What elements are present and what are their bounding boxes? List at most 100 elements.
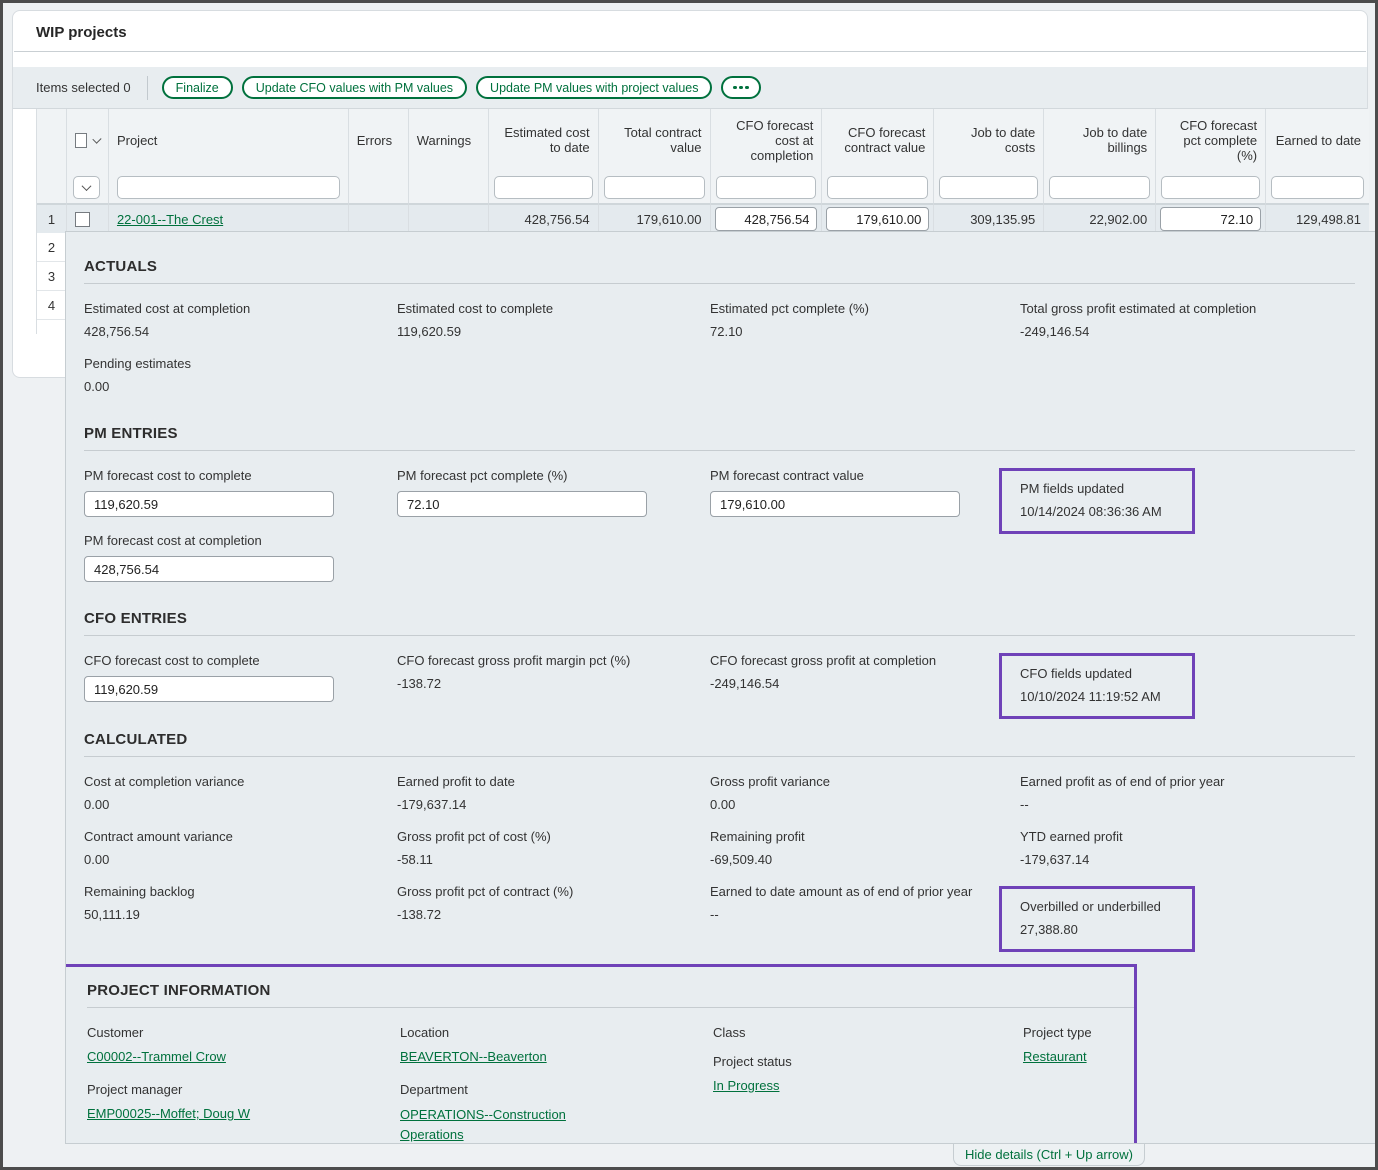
finalize-button[interactable]: Finalize: [162, 76, 233, 99]
row-number-header: [37, 109, 67, 171]
customer-field: Customer C00002--Trammel Crow: [87, 1025, 382, 1066]
cfo-forecast-contract-value-input[interactable]: [826, 207, 929, 231]
project-information-section: PROJECT INFORMATION Customer C00002--Tra…: [87, 982, 1134, 1144]
estimated-cost-to-complete-field: Estimated cost to complete 119,620.59: [397, 301, 692, 340]
column-header-earned-to-date[interactable]: Earned to date: [1266, 109, 1369, 171]
overbilled-or-underbilled-annotation-box: Overbilled or underbilled 27,388.80: [999, 886, 1195, 952]
hide-details-tab[interactable]: Hide details (Ctrl + Up arrow): [953, 1144, 1145, 1166]
customer-link[interactable]: C00002--Trammel Crow: [87, 1049, 226, 1064]
project-filter-input[interactable]: [117, 176, 340, 199]
cfo-forecast-pct-complete-input[interactable]: [1160, 207, 1261, 231]
overbilled-or-underbilled-field: Overbilled or underbilled 27,388.80: [1020, 899, 1178, 938]
section-title: PM ENTRIES: [84, 425, 1355, 442]
cfo-fields-updated-annotation-box: CFO fields updated 10/10/2024 11:19:52 A…: [999, 653, 1195, 719]
section-title: CALCULATED: [84, 731, 1355, 748]
gross-profit-pct-of-contract-field: Gross profit pct of contract (%) -138.72: [397, 884, 692, 923]
total-gross-profit-estimated-field: Total gross profit estimated at completi…: [1020, 301, 1315, 340]
estimated-cost-to-date-filter-input[interactable]: [494, 176, 593, 199]
gross-profit-pct-of-cost-field: Gross profit pct of cost (%) -58.11: [397, 829, 692, 868]
cfo-forecast-cost-to-complete-field: CFO forecast cost to complete: [84, 653, 379, 702]
row-number[interactable]: 4: [37, 291, 67, 320]
pm-forecast-pct-complete-field: PM forecast pct complete (%): [397, 468, 692, 517]
remaining-profit-field: Remaining profit -69,509.40: [710, 829, 1005, 868]
select-all-cell: [67, 109, 109, 171]
column-header-cfo-forecast-contract-value[interactable]: CFO forecast contract value: [822, 109, 934, 171]
pm-forecast-pct-complete-input[interactable]: [397, 491, 647, 517]
project-status-link[interactable]: In Progress: [713, 1078, 779, 1093]
column-header-project[interactable]: Project: [109, 109, 349, 171]
calculated-section: CALCULATED Cost at completion variance 0…: [84, 731, 1355, 952]
pending-estimates-field: Pending estimates 0.00: [84, 356, 379, 395]
cfo-forecast-pct-complete-filter-input[interactable]: [1161, 176, 1260, 199]
ellipsis-icon: [733, 86, 749, 90]
wip-projects-screen: WIP projects Items selected 0 Finalize U…: [0, 0, 1378, 1170]
pm-forecast-cost-to-complete-input[interactable]: [84, 491, 334, 517]
pm-forecast-contract-value-field: PM forecast contract value: [710, 468, 1005, 517]
project-link[interactable]: 22-001--The Crest: [117, 212, 223, 227]
selection-filter-dropdown[interactable]: [73, 176, 100, 199]
column-header-total-contract-value[interactable]: Total contract value: [599, 109, 711, 171]
class-field: Class: [713, 1025, 1008, 1041]
section-title: PROJECT INFORMATION: [87, 982, 1134, 999]
column-header-estimated-cost-to-date[interactable]: Estimated cost to date: [489, 109, 599, 171]
row-number[interactable]: 2: [37, 233, 67, 262]
pm-forecast-cost-at-completion-field: PM forecast cost at completion: [84, 533, 379, 582]
page-title: WIP projects: [36, 24, 127, 41]
pm-forecast-cost-at-completion-input[interactable]: [84, 556, 334, 582]
table-row[interactable]: 1 22-001--The Crest 428,756.54 179,610.0…: [37, 204, 1369, 233]
cfo-forecast-cost-at-completion-input[interactable]: [715, 207, 818, 231]
project-type-link[interactable]: Restaurant: [1023, 1049, 1087, 1064]
section-title: ACTUALS: [84, 258, 1355, 275]
earned-to-date-filter-input[interactable]: [1271, 176, 1364, 199]
column-header-errors[interactable]: Errors: [349, 109, 409, 171]
items-selected-count: Items selected 0: [36, 80, 131, 95]
chevron-down-icon[interactable]: [93, 134, 102, 143]
job-to-date-billings-cell: 22,902.00: [1044, 204, 1156, 233]
cfo-forecast-cost-at-completion-filter-input[interactable]: [716, 176, 817, 199]
section-title: CFO ENTRIES: [84, 610, 1355, 627]
row-number: 1: [37, 204, 67, 233]
location-link[interactable]: BEAVERTON--Beaverton: [400, 1049, 547, 1064]
pm-entries-section: PM ENTRIES PM forecast cost to complete …: [84, 425, 1355, 598]
chevron-down-icon: [82, 181, 92, 191]
project-type-field: Project type Restaurant: [1023, 1025, 1134, 1066]
earned-profit-to-date-field: Earned profit to date -179,637.14: [397, 774, 692, 813]
update-pm-values-button[interactable]: Update PM values with project values: [476, 76, 712, 99]
cfo-forecast-contract-value-filter-input[interactable]: [827, 176, 928, 199]
location-field: Location BEAVERTON--Beaverton: [400, 1025, 695, 1066]
cfo-forecast-gross-profit-margin-pct-field: CFO forecast gross profit margin pct (%)…: [397, 653, 692, 692]
table-filter-row: [37, 171, 1369, 204]
pm-forecast-contract-value-input[interactable]: [710, 491, 960, 517]
cost-at-completion-variance-field: Cost at completion variance 0.00: [84, 774, 379, 813]
cfo-forecast-cost-to-complete-input[interactable]: [84, 676, 334, 702]
cfo-fields-updated-field: CFO fields updated 10/10/2024 11:19:52 A…: [1020, 666, 1178, 705]
column-header-job-to-date-billings[interactable]: Job to date billings: [1044, 109, 1156, 171]
job-to-date-costs-filter-input[interactable]: [939, 176, 1038, 199]
estimated-cost-at-completion-field: Estimated cost at completion 428,756.54: [84, 301, 379, 340]
column-header-cfo-forecast-cost-at-completion[interactable]: CFO forecast cost at completion: [711, 109, 823, 171]
project-manager-link[interactable]: EMP00025--Moffet; Doug W: [87, 1106, 250, 1121]
estimated-cost-to-date-cell: 428,756.54: [489, 204, 599, 233]
total-contract-value-cell: 179,610.00: [599, 204, 711, 233]
errors-cell: [349, 204, 409, 233]
job-to-date-costs-cell: 309,135.95: [934, 204, 1044, 233]
job-to-date-billings-filter-input[interactable]: [1049, 176, 1150, 199]
more-actions-button[interactable]: [721, 76, 761, 99]
select-all-checkbox[interactable]: [75, 133, 87, 148]
column-header-warnings[interactable]: Warnings: [409, 109, 489, 171]
row-checkbox[interactable]: [75, 212, 90, 227]
earned-to-date-prior-year-field: Earned to date amount as of end of prior…: [710, 884, 1005, 923]
department-field: Department OPERATIONS--Construction Oper…: [400, 1082, 615, 1144]
update-cfo-values-button[interactable]: Update CFO values with PM values: [242, 76, 467, 99]
cfo-forecast-gross-profit-at-completion-field: CFO forecast gross profit at completion …: [710, 653, 1005, 692]
total-contract-value-filter-input[interactable]: [604, 176, 705, 199]
row-number[interactable]: 3: [37, 262, 67, 291]
cfo-entries-section: CFO ENTRIES CFO forecast cost to complet…: [84, 610, 1355, 719]
title-divider: [14, 51, 1366, 52]
pm-fields-updated-field: PM fields updated 10/14/2024 08:36:36 AM: [1020, 481, 1178, 520]
ytd-earned-profit-field: YTD earned profit -179,637.14: [1020, 829, 1315, 868]
actuals-section: ACTUALS Estimated cost at completion 428…: [84, 258, 1355, 411]
column-header-cfo-forecast-pct-complete[interactable]: CFO forecast pct complete (%): [1156, 109, 1266, 171]
column-header-job-to-date-costs[interactable]: Job to date costs: [934, 109, 1044, 171]
department-link[interactable]: OPERATIONS--Construction Operations: [400, 1105, 610, 1144]
